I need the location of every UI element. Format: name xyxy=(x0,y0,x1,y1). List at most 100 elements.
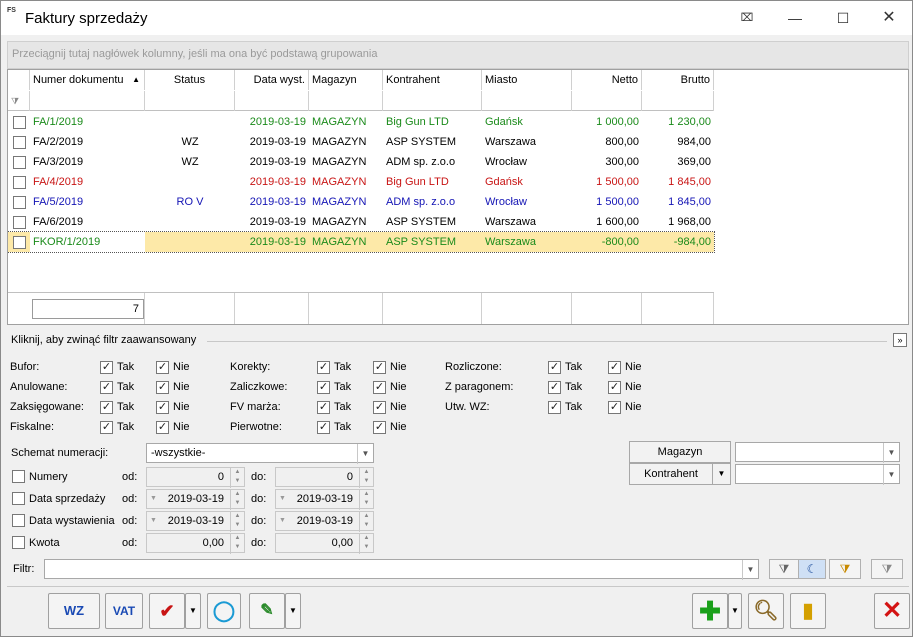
filter-funnel-icon[interactable]: ⧩ xyxy=(769,559,799,579)
range-checkbox[interactable] xyxy=(12,514,25,527)
checkbox-nie[interactable]: ✓ xyxy=(156,401,169,414)
chevron-down-icon[interactable]: ▼ xyxy=(231,543,244,552)
checkbox-tak[interactable]: ✓ xyxy=(317,381,330,394)
checkbox-nie[interactable]: ✓ xyxy=(373,421,386,434)
chevron-down-icon[interactable]: ▼ xyxy=(360,521,373,530)
chevron-up-icon[interactable]: ▲ xyxy=(231,468,244,477)
row-checkbox[interactable] xyxy=(13,236,26,249)
range-do-input[interactable]: 0 ▲ ▼ xyxy=(275,467,374,488)
approve-dropdown-icon[interactable]: ▼ xyxy=(185,593,201,629)
range-od-input[interactable]: 2019-03-19 ▼ ▲ ▼ xyxy=(146,489,245,510)
chevron-down-icon[interactable]: ▼ xyxy=(231,477,244,486)
approve-button[interactable]: ✔ xyxy=(149,593,185,629)
close-button[interactable]: ✕ xyxy=(874,593,910,629)
range-do-input[interactable]: 2019-03-19 ▼ ▲ ▼ xyxy=(275,511,374,532)
row-checkbox[interactable] xyxy=(13,136,26,149)
collapse-icon[interactable]: » xyxy=(893,333,907,347)
filter-cell[interactable] xyxy=(309,91,383,111)
close-window-button[interactable]: ✕ xyxy=(877,7,901,29)
chevron-down-icon[interactable]: ▼ xyxy=(883,443,899,463)
filter-cell[interactable] xyxy=(572,91,642,111)
refresh-icon[interactable]: ◯ xyxy=(207,593,241,629)
range-checkbox[interactable] xyxy=(12,492,25,505)
checkbox-tak[interactable]: ✓ xyxy=(317,401,330,414)
chevron-up-icon[interactable]: ▲ xyxy=(360,468,373,477)
checkbox-tak[interactable]: ✓ xyxy=(317,361,330,374)
checkbox-tak[interactable]: ✓ xyxy=(100,401,113,414)
spinner[interactable]: ▲ ▼ xyxy=(359,468,373,488)
chevron-down-icon[interactable]: ▼ xyxy=(360,543,373,552)
filter-cell[interactable] xyxy=(642,91,714,111)
chevron-down-icon[interactable]: ▼ xyxy=(742,560,758,580)
spinner[interactable]: ▲ ▼ xyxy=(359,490,373,510)
range-checkbox[interactable] xyxy=(12,470,25,483)
chevron-up-icon[interactable]: ▲ xyxy=(231,512,244,521)
range-checkbox[interactable] xyxy=(12,536,25,549)
col-kontrahent[interactable]: Kontrahent xyxy=(383,70,482,90)
checkbox-nie[interactable]: ✓ xyxy=(156,381,169,394)
table-row[interactable]: FKOR/1/2019 2019-03-19 MAGAZYN ASP SYSTEM Wa… xyxy=(8,231,715,253)
row-checkbox[interactable] xyxy=(13,116,26,129)
col-magazyn[interactable]: Magazyn xyxy=(309,70,383,90)
checkbox-tak[interactable]: ✓ xyxy=(100,381,113,394)
chevron-up-icon[interactable]: ▲ xyxy=(231,534,244,543)
chevron-up-icon[interactable]: ▲ xyxy=(360,490,373,499)
checkbox-tak[interactable]: ✓ xyxy=(100,421,113,434)
col-brutto[interactable]: Brutto xyxy=(642,70,714,90)
chevron-up-icon[interactable]: ▲ xyxy=(231,490,244,499)
chevron-down-icon[interactable]: ▼ xyxy=(150,512,157,530)
filtr-input[interactable]: ▼ xyxy=(44,559,759,580)
payment-icon[interactable]: ✎ xyxy=(249,593,285,629)
filter-cell[interactable] xyxy=(383,91,482,111)
checkbox-nie[interactable]: ✓ xyxy=(608,381,621,394)
maximize-button[interactable]: ☐ xyxy=(831,7,855,29)
checkbox-tak[interactable]: ✓ xyxy=(548,401,561,414)
chevron-up-icon[interactable]: ▲ xyxy=(360,534,373,543)
magnifier-icon[interactable]: 🔍︎ xyxy=(748,593,784,629)
kontrahent-dropdown-icon[interactable]: ▼ xyxy=(712,463,731,485)
table-row[interactable]: FA/2/2019 WZ 2019-03-19 MAGAZYN ASP SYSTEM Wa… xyxy=(8,132,714,152)
checkbox-tak[interactable]: ✓ xyxy=(317,421,330,434)
trash-icon[interactable]: ▮ xyxy=(790,593,826,629)
filter-cell[interactable] xyxy=(145,91,235,111)
filter-cell[interactable] xyxy=(235,91,309,111)
filter-edit-icon[interactable]: ⧩ xyxy=(829,559,861,579)
wz-button[interactable]: WZ xyxy=(48,593,100,629)
spinner[interactable]: ▲ ▼ xyxy=(230,534,244,554)
spinner[interactable]: ▲ ▼ xyxy=(230,490,244,510)
row-checkbox[interactable] xyxy=(13,156,26,169)
checkbox-nie[interactable]: ✓ xyxy=(608,401,621,414)
chevron-down-icon[interactable]: ▼ xyxy=(360,477,373,486)
checkbox-nie[interactable]: ✓ xyxy=(156,361,169,374)
add-button[interactable]: ✚ xyxy=(692,593,728,629)
chevron-down-icon[interactable]: ▼ xyxy=(150,490,157,508)
table-row[interactable]: FA/5/2019 RO V 2019-03-19 MAGAZYN ADM sp. z.… xyxy=(8,192,714,212)
chevron-down-icon[interactable]: ▼ xyxy=(231,521,244,530)
col-numer[interactable]: Numer dokumentu ▲ xyxy=(30,70,145,90)
filter-clear-icon[interactable]: ⧩ xyxy=(871,559,903,579)
range-od-input[interactable]: 0 ▲ ▼ xyxy=(146,467,245,488)
col-data[interactable]: Data wyst. xyxy=(235,70,309,90)
chevron-down-icon[interactable]: ▼ xyxy=(883,465,899,485)
table-row[interactable]: FA/3/2019 WZ 2019-03-19 MAGAZYN ADM sp. z.o.… xyxy=(8,152,714,172)
chevron-down-icon[interactable]: ▼ xyxy=(279,490,286,508)
filter-icon[interactable]: ⧩ xyxy=(8,91,30,111)
chevron-down-icon[interactable]: ▼ xyxy=(357,444,373,464)
chevron-down-icon[interactable]: ▼ xyxy=(231,499,244,508)
magazyn-button[interactable]: Magazyn xyxy=(629,441,731,463)
spinner[interactable]: ▲ ▼ xyxy=(230,512,244,532)
spinner[interactable]: ▲ ▼ xyxy=(230,468,244,488)
chevron-up-icon[interactable]: ▲ xyxy=(360,512,373,521)
col-status[interactable]: Status xyxy=(145,70,235,90)
checkbox-tak[interactable]: ✓ xyxy=(100,361,113,374)
range-do-input[interactable]: 2019-03-19 ▼ ▲ ▼ xyxy=(275,489,374,510)
minimize-button[interactable]: — xyxy=(783,7,807,29)
chevron-down-icon[interactable]: ▼ xyxy=(279,512,286,530)
checkbox-nie[interactable]: ✓ xyxy=(156,421,169,434)
row-checkbox[interactable] xyxy=(13,196,26,209)
group-by-area[interactable]: Przeciągnij tutaj nagłówek kolumny, jeśl… xyxy=(7,41,909,69)
kontrahent-select[interactable]: ▼ xyxy=(735,464,900,485)
col-miasto[interactable]: Miasto xyxy=(482,70,572,90)
filter-cell[interactable] xyxy=(482,91,572,111)
range-od-input[interactable]: 0,00 ▲ ▼ xyxy=(146,533,245,554)
